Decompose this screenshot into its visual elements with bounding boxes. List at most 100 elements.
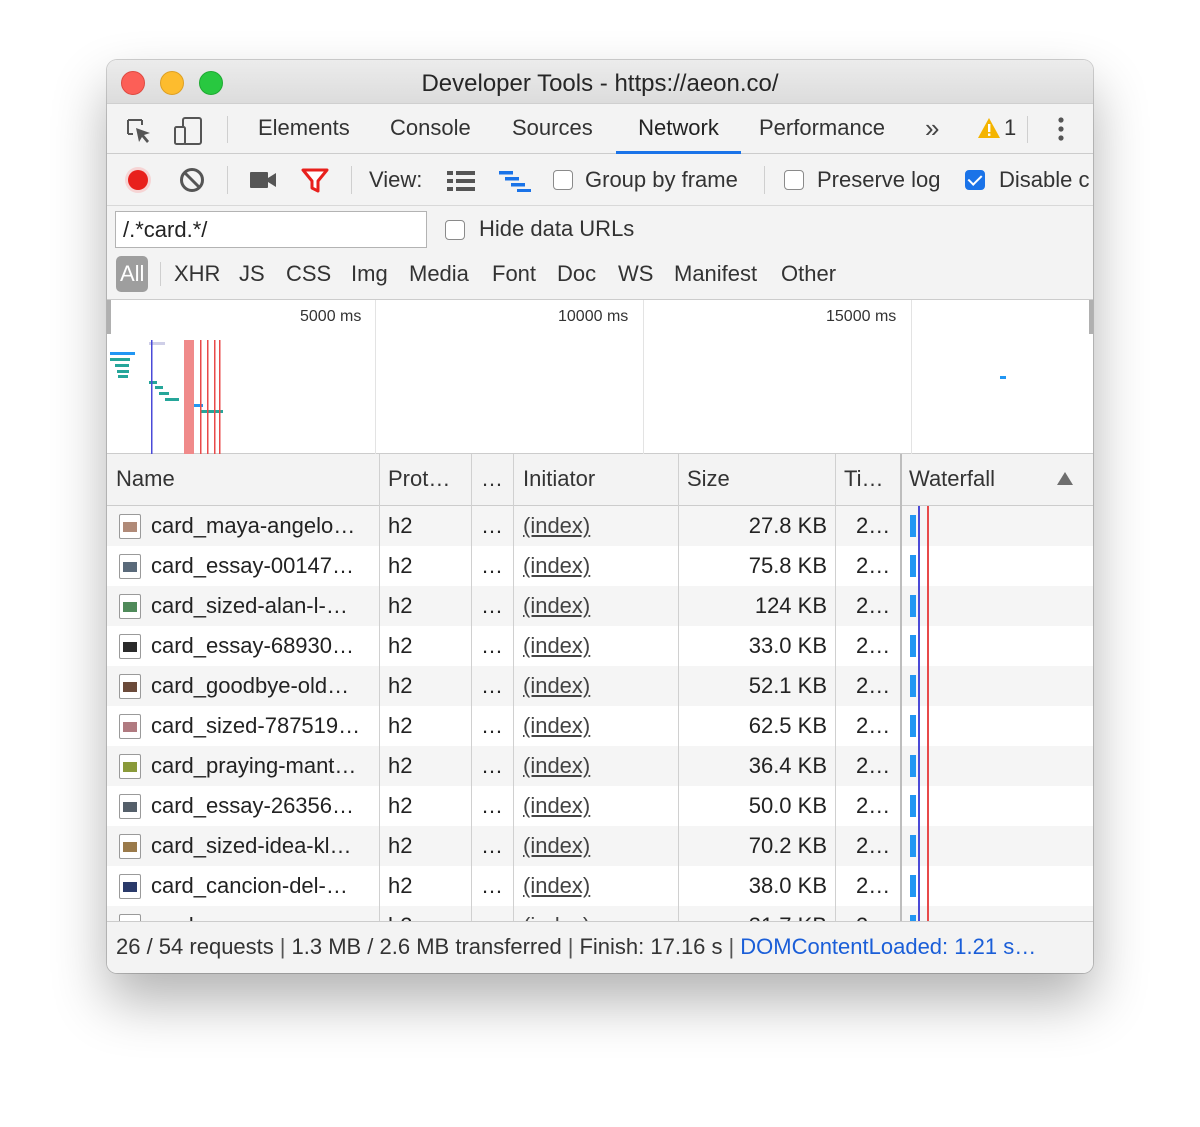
preserve-log-label[interactable]: Preserve log [817,154,941,206]
filter-type-js[interactable]: JS [239,256,265,292]
preserve-log-checkbox[interactable] [784,170,804,190]
large-request-rows-icon[interactable] [447,170,475,197]
request-name[interactable]: card_… [151,906,375,921]
more-tabs-chevron-icon[interactable]: » [925,104,939,152]
request-initiator-link[interactable]: (index) [523,586,663,626]
request-scheme: … [481,633,503,658]
filter-type-xhr[interactable]: XHR [174,256,220,292]
waterfall-load-line [927,506,929,921]
table-row[interactable]: card_… h2 … (index) 31.7 KB 2… [107,906,1093,921]
table-row[interactable]: card_essay-26356… h2 … (index) 50.0 KB 2… [107,786,1093,826]
request-scheme: … [481,553,503,578]
window-title: Developer Tools - https://aeon.co/ [421,70,779,97]
request-initiator-link[interactable]: (index) [523,626,663,666]
table-row[interactable]: card_cancion-del-… h2 … (index) 38.0 KB 2… [107,866,1093,906]
hide-data-urls-checkbox[interactable] [445,220,465,240]
more-options-kebab-icon[interactable] [1056,116,1066,147]
request-name[interactable]: card_essay-68930… [151,626,375,666]
request-time: 2… [856,906,896,921]
request-size: 50.0 KB [748,793,827,818]
column-header-initiator[interactable]: Initiator [523,454,673,506]
column-header-scheme[interactable]: … [481,454,511,506]
request-initiator-link[interactable]: (index) [523,506,663,546]
table-row[interactable]: card_essay-68930… h2 … (index) 33.0 KB 2… [107,626,1093,666]
request-name[interactable]: card_praying-mant… [151,746,375,786]
filter-type-css[interactable]: CSS [286,256,331,292]
request-time: 2… [856,553,891,578]
waterfall-bar [910,875,916,897]
request-name[interactable]: card_sized-787519… [151,706,375,746]
column-divider[interactable] [513,454,514,921]
request-initiator-link[interactable]: (index) [523,666,663,706]
request-scheme: … [481,673,503,698]
column-divider[interactable] [471,454,472,921]
record-button-icon[interactable] [124,166,152,199]
table-row[interactable]: card_essay-00147… h2 … (index) 75.8 KB 2… [107,546,1093,586]
request-size: 38.0 KB [748,873,827,898]
disable-cache-label[interactable]: Disable c [999,154,1089,206]
capture-screenshots-camera-icon[interactable] [249,170,277,195]
group-by-frame-checkbox[interactable] [553,170,573,190]
column-header-waterfall[interactable]: Waterfall [909,454,1049,506]
show-overview-waterfall-icon[interactable] [499,170,531,197]
request-name[interactable]: card_sized-alan-l-… [151,586,375,626]
column-divider[interactable] [379,454,380,921]
table-row[interactable]: card_goodbye-old… h2 … (index) 52.1 KB 2… [107,666,1093,706]
column-divider[interactable] [835,454,836,921]
network-overview-timeline[interactable]: 5000 ms 10000 ms 15000 ms [107,300,1093,454]
table-row[interactable]: card_sized-alan-l-… h2 … (index) 124 KB 2… [107,586,1093,626]
request-initiator-link[interactable]: (index) [523,546,663,586]
table-row[interactable]: card_sized-idea-kl… h2 … (index) 70.2 KB 2… [107,826,1093,866]
filter-type-font[interactable]: Font [492,256,536,292]
request-protocol: h2 [388,906,448,921]
filter-type-ws[interactable]: WS [618,256,653,292]
request-initiator-link[interactable]: (index) [523,866,663,906]
filter-type-doc[interactable]: Doc [557,256,596,292]
column-header-protocol[interactable]: Prot… [388,454,472,506]
request-initiator-link[interactable]: (index) [523,786,663,826]
request-name[interactable]: card_essay-26356… [151,786,375,826]
waterfall-bar [910,555,916,577]
column-divider[interactable] [678,454,679,921]
group-by-frame-label[interactable]: Group by frame [585,154,738,206]
tab-network[interactable]: Network [616,104,741,154]
filter-type-other[interactable]: Other [781,256,836,292]
request-name[interactable]: card_sized-idea-kl… [151,826,375,866]
request-name[interactable]: card_goodbye-old… [151,666,375,706]
column-header-name[interactable]: Name [116,454,376,506]
column-header-size[interactable]: Size [687,454,827,506]
table-row[interactable]: card_sized-787519… h2 … (index) 62.5 KB 2… [107,706,1093,746]
hide-data-urls-label[interactable]: Hide data URLs [479,206,634,252]
tab-sources[interactable]: Sources [512,104,593,154]
request-name[interactable]: card_cancion-del-… [151,866,375,906]
status-finish: Finish: 17.16 s [579,934,723,959]
disable-cache-checkbox[interactable] [965,170,985,190]
sort-ascending-icon[interactable] [1057,472,1073,485]
clear-log-icon[interactable] [179,167,205,198]
device-toolbar-icon[interactable] [173,117,203,150]
filter-input[interactable] [115,211,427,248]
request-name[interactable]: card_maya-angelo… [151,506,375,546]
request-name[interactable]: card_essay-00147… [151,546,375,586]
request-initiator-link[interactable]: (index) [523,826,663,866]
request-initiator-link[interactable]: (index) [523,906,663,921]
tab-performance[interactable]: Performance [759,104,885,154]
inspect-element-icon[interactable] [125,117,153,150]
table-row[interactable]: card_maya-angelo… h2 … (index) 27.8 KB 2… [107,506,1093,546]
tab-elements[interactable]: Elements [258,104,350,154]
filter-type-all[interactable]: All [116,256,149,292]
column-divider[interactable] [900,454,902,921]
filter-type-img[interactable]: Img [351,256,388,292]
request-initiator-link[interactable]: (index) [523,746,663,786]
warning-count[interactable]: 1 [1004,104,1016,152]
filter-type-media[interactable]: Media [409,256,469,292]
tab-console[interactable]: Console [390,104,471,154]
image-thumbnail-icon [119,754,141,779]
filter-type-manifest[interactable]: Manifest [674,256,757,292]
request-initiator-link[interactable]: (index) [523,706,663,746]
warning-icon[interactable] [977,116,1001,145]
column-header-time[interactable]: Ti… [844,454,894,506]
waterfall-bar [910,835,916,857]
filter-funnel-icon[interactable] [301,168,329,199]
table-row[interactable]: card_praying-mant… h2 … (index) 36.4 KB 2… [107,746,1093,786]
